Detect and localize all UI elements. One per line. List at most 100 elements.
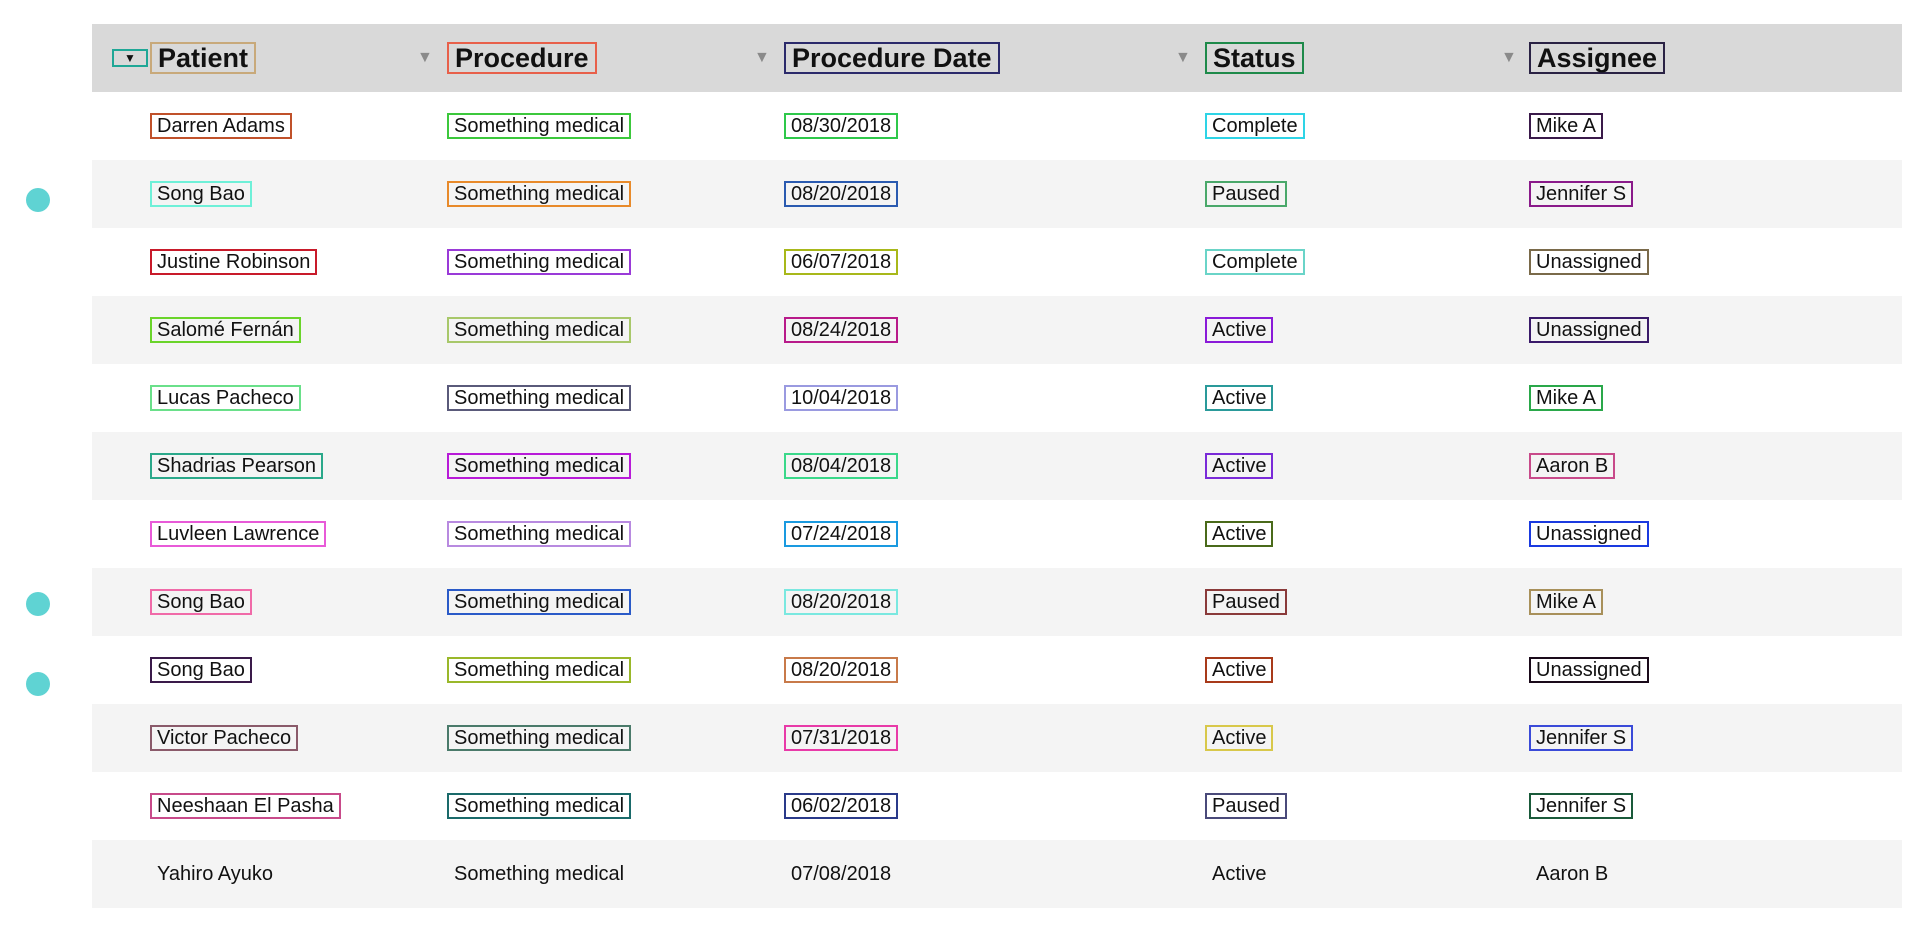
status-badge: Paused	[1205, 589, 1287, 615]
procedure-name: Something medical	[454, 863, 625, 885]
patient-name: Justine Robinson	[150, 249, 318, 275]
procedure-name: Something medical	[447, 385, 632, 411]
cell-assignee: Mike A	[1529, 92, 1604, 160]
cell-procedure: Something medical	[447, 364, 632, 432]
procedure-name: Something medical	[447, 589, 632, 615]
table-row[interactable]: Yahiro Ayuko Something medical 07/08/201…	[92, 840, 1902, 908]
table-row[interactable]: Luvleen Lawrence Something medical 07/24…	[92, 500, 1902, 568]
assignee-name: Unassigned	[1529, 317, 1649, 343]
cell-procedure: Something medical	[447, 772, 632, 840]
table-row[interactable]: Song Bao Something medical 08/20/2018 Pa…	[92, 160, 1902, 228]
cell-date: 10/04/2018	[784, 364, 899, 432]
cell-assignee: Mike A	[1529, 568, 1604, 636]
status-badge: Active	[1205, 657, 1274, 683]
procedures-table: ▼ Patient ▼ Procedure ▼ Procedure Date ▼…	[92, 24, 1902, 908]
sort-date-button[interactable]: ▼	[754, 24, 770, 92]
cell-date: 08/20/2018	[784, 568, 899, 636]
cell-assignee: Jennifer S	[1529, 160, 1634, 228]
patient-name: Luvleen Lawrence	[150, 521, 327, 547]
table-row[interactable]: Victor Pacheco Something medical 07/31/2…	[92, 704, 1902, 772]
caret-down-icon: ▼	[1175, 49, 1191, 66]
procedure-date: 08/20/2018	[784, 657, 899, 683]
table-row[interactable]: Darren Adams Something medical 08/30/201…	[92, 92, 1902, 160]
procedure-name: Something medical	[447, 521, 632, 547]
header-patient[interactable]: Patient	[150, 24, 257, 92]
assignee-name: Aaron B	[1529, 453, 1616, 479]
cell-status: Active	[1205, 432, 1274, 500]
assignee-name: Unassigned	[1529, 521, 1649, 547]
header-procedure-date[interactable]: Procedure Date	[784, 24, 1000, 92]
table-row[interactable]: Lucas Pacheco Something medical 10/04/20…	[92, 364, 1902, 432]
status-badge: Paused	[1205, 181, 1287, 207]
table-row[interactable]: Song Bao Something medical 08/20/2018 Ac…	[92, 636, 1902, 704]
table-row[interactable]: Song Bao Something medical 08/20/2018 Pa…	[92, 568, 1902, 636]
cell-status: Paused	[1205, 568, 1287, 636]
patient-name: Song Bao	[150, 657, 252, 683]
assignee-name: Unassigned	[1529, 249, 1649, 275]
cell-date: 06/07/2018	[784, 228, 899, 296]
sort-patient-button[interactable]: ▼	[112, 24, 148, 92]
patient-name: Darren Adams	[150, 113, 292, 139]
cell-procedure: Something medical	[447, 228, 632, 296]
procedure-date: 07/31/2018	[784, 725, 899, 751]
cell-assignee: Unassigned	[1529, 500, 1649, 568]
row-marker-dot-icon[interactable]	[26, 672, 50, 696]
status-badge: Paused	[1205, 793, 1287, 819]
cell-patient: Justine Robinson	[150, 228, 318, 296]
procedure-date: 08/30/2018	[784, 113, 899, 139]
procedure-name: Something medical	[447, 317, 632, 343]
procedure-date: 06/07/2018	[784, 249, 899, 275]
procedure-name: Something medical	[447, 453, 632, 479]
header-procedure-date-label: Procedure Date	[784, 42, 1000, 74]
header-status-label: Status	[1205, 42, 1304, 74]
status-badge: Active	[1205, 385, 1274, 411]
procedure-date: 08/04/2018	[784, 453, 899, 479]
header-procedure-label: Procedure	[447, 42, 597, 74]
patient-name: Song Bao	[150, 589, 252, 615]
cell-procedure: Something medical	[447, 704, 632, 772]
header-assignee[interactable]: Assignee	[1529, 24, 1666, 92]
cell-assignee: Unassigned	[1529, 636, 1649, 704]
table-row[interactable]: Neeshaan El Pasha Something medical 06/0…	[92, 772, 1902, 840]
caret-down-icon: ▼	[1501, 49, 1517, 66]
cell-patient: Lucas Pacheco	[150, 364, 301, 432]
sort-status-button[interactable]: ▼	[1175, 24, 1191, 92]
procedure-name: Something medical	[447, 725, 632, 751]
status-badge: Complete	[1205, 113, 1305, 139]
page: ▼ Patient ▼ Procedure ▼ Procedure Date ▼…	[0, 0, 1922, 936]
assignee-name: Aaron B	[1536, 863, 1609, 885]
table-row[interactable]: Shadrias Pearson Something medical 08/04…	[92, 432, 1902, 500]
cell-procedure: Something medical	[447, 160, 632, 228]
cell-procedure: Something medical	[447, 500, 632, 568]
cell-date: 07/08/2018	[784, 840, 898, 908]
assignee-name: Jennifer S	[1529, 793, 1634, 819]
header-patient-label: Patient	[150, 42, 257, 74]
status-badge: Active	[1205, 521, 1274, 547]
cell-patient: Song Bao	[150, 636, 252, 704]
cell-date: 08/30/2018	[784, 92, 899, 160]
sort-procedure-button[interactable]: ▼	[417, 24, 433, 92]
assignee-name: Mike A	[1529, 589, 1604, 615]
row-marker-dot-icon[interactable]	[26, 188, 50, 212]
procedure-date: 08/24/2018	[784, 317, 899, 343]
cell-patient: Song Bao	[150, 160, 252, 228]
header-status[interactable]: Status	[1205, 24, 1304, 92]
cell-date: 08/20/2018	[784, 636, 899, 704]
cell-patient: Neeshaan El Pasha	[150, 772, 341, 840]
procedure-date: 08/20/2018	[784, 589, 899, 615]
header-procedure[interactable]: Procedure	[447, 24, 597, 92]
cell-procedure: Something medical	[447, 296, 632, 364]
procedure-name: Something medical	[447, 657, 632, 683]
sort-assignee-button[interactable]: ▼	[1501, 24, 1517, 92]
caret-down-icon: ▼	[754, 49, 770, 66]
procedure-date: 10/04/2018	[784, 385, 899, 411]
row-marker-dot-icon[interactable]	[26, 592, 50, 616]
cell-date: 08/04/2018	[784, 432, 899, 500]
header-assignee-label: Assignee	[1529, 42, 1666, 74]
cell-procedure: Something medical	[447, 92, 632, 160]
table-row[interactable]: Salomé Fernán Something medical 08/24/20…	[92, 296, 1902, 364]
cell-status: Active	[1205, 296, 1274, 364]
caret-down-icon: ▼	[417, 49, 433, 66]
table-row[interactable]: Justine Robinson Something medical 06/07…	[92, 228, 1902, 296]
cell-status: Paused	[1205, 160, 1287, 228]
